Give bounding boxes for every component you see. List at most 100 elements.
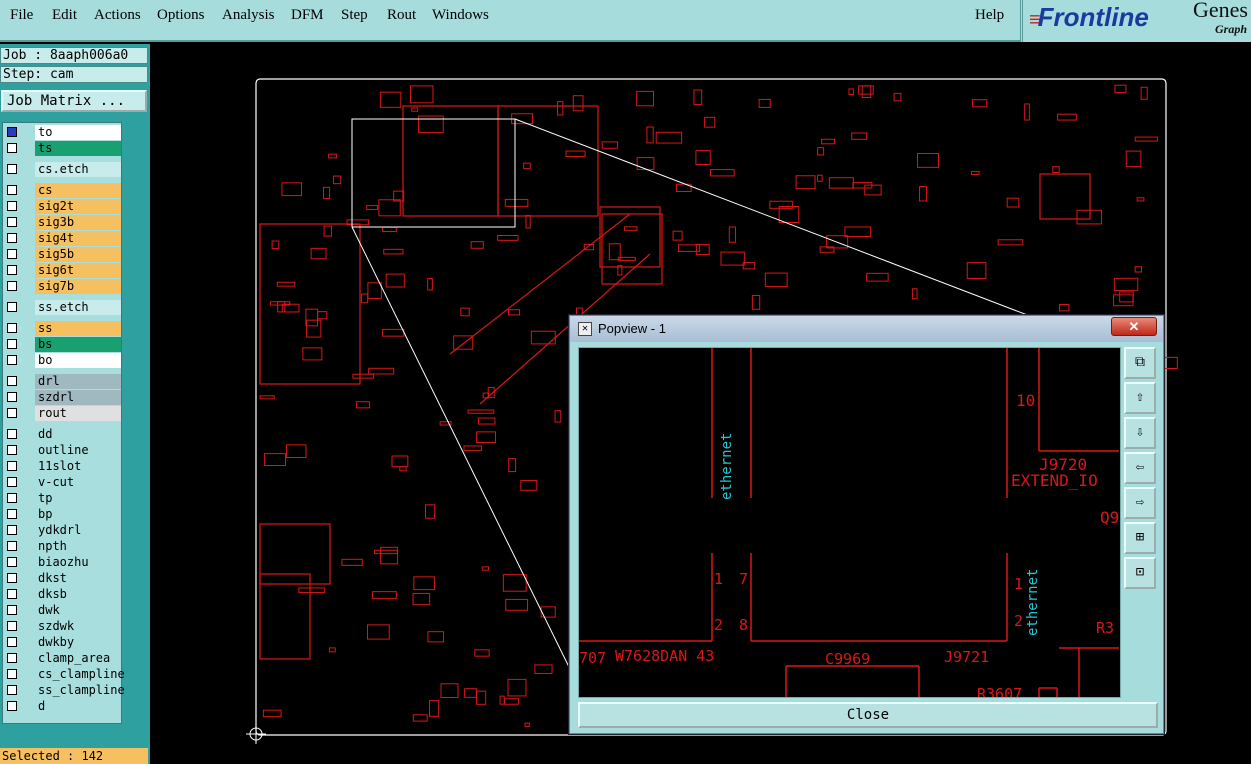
layer-name[interactable]: ss_clampline	[35, 683, 125, 698]
layer-row[interactable]: d	[3, 699, 121, 714]
layer-checkbox[interactable]	[7, 621, 17, 631]
layer-name[interactable]: rout	[35, 406, 121, 421]
layer-checkbox[interactable]	[7, 143, 17, 153]
layer-checkbox[interactable]	[7, 392, 17, 402]
layer-checkbox[interactable]	[7, 653, 17, 663]
window-close-button[interactable]: ✕	[1111, 317, 1157, 336]
zoom-fit-icon[interactable]: ⧉	[1124, 347, 1156, 379]
layer-name[interactable]: biaozhu	[35, 555, 121, 570]
layer-row[interactable]: to	[3, 125, 121, 140]
layer-checkbox[interactable]	[7, 201, 17, 211]
layer-row[interactable]: dwkby	[3, 635, 121, 650]
layer-checkbox[interactable]	[7, 589, 17, 599]
layer-name[interactable]: sig7b	[35, 279, 121, 294]
layer-name[interactable]: dksb	[35, 587, 121, 602]
layer-name[interactable]: drl	[35, 374, 121, 389]
layer-row[interactable]: dkst	[3, 571, 121, 586]
layer-checkbox[interactable]	[7, 701, 17, 711]
close-button[interactable]: Close	[578, 702, 1158, 728]
layer-row[interactable]: ydkdrl	[3, 523, 121, 538]
layer-row[interactable]: rout	[3, 406, 121, 421]
layer-checkbox[interactable]	[7, 408, 17, 418]
layer-name[interactable]: sig4t	[35, 231, 121, 246]
layer-row[interactable]: bo	[3, 353, 121, 368]
layer-name[interactable]: npth	[35, 539, 121, 554]
layer-name[interactable]: dwk	[35, 603, 121, 618]
menu-help[interactable]: Help	[975, 7, 1004, 24]
layer-checkbox[interactable]	[7, 249, 17, 259]
layer-checkbox[interactable]	[7, 265, 17, 275]
layer-row[interactable]: dksb	[3, 587, 121, 602]
layer-checkbox[interactable]	[7, 637, 17, 647]
layer-row[interactable]: sig7b	[3, 279, 121, 294]
layer-name[interactable]: szdwk	[35, 619, 121, 634]
layer-row[interactable]: sig2t	[3, 199, 121, 214]
pan-left-icon[interactable]: ⇦	[1124, 452, 1156, 484]
layer-name[interactable]: ydkdrl	[35, 523, 121, 538]
layer-row[interactable]: ss	[3, 321, 121, 336]
layer-name[interactable]: v-cut	[35, 475, 121, 490]
layer-row[interactable]: drl	[3, 374, 121, 389]
layer-row[interactable]: ts	[3, 141, 121, 156]
menu-actions[interactable]: Actions	[94, 7, 141, 24]
layer-row[interactable]: sig5b	[3, 247, 121, 262]
layer-name[interactable]: dwkby	[35, 635, 121, 650]
layer-row[interactable]: cs_clampline	[3, 667, 125, 682]
layer-row[interactable]: cs	[3, 183, 121, 198]
layer-checkbox[interactable]	[7, 185, 17, 195]
layer-checkbox[interactable]	[7, 164, 17, 174]
layer-row[interactable]: sig4t	[3, 231, 121, 246]
layer-checkbox[interactable]	[7, 355, 17, 365]
menu-file[interactable]: File	[10, 7, 33, 24]
layer-checkbox[interactable]	[7, 281, 17, 291]
popview-viewport[interactable]: ethernet ethernet 10 J9720 EXTEND_IO Q9 1 7 2 8 1 2…	[578, 347, 1121, 698]
layer-name[interactable]: ts	[35, 141, 121, 156]
layer-row[interactable]: v-cut	[3, 475, 121, 490]
layer-row[interactable]: ss.etch	[3, 300, 121, 315]
layer-row[interactable]: szdrl	[3, 390, 121, 405]
layer-checkbox[interactable]	[7, 233, 17, 243]
layer-checkbox[interactable]	[7, 605, 17, 615]
menu-edit[interactable]: Edit	[52, 7, 77, 24]
layer-name[interactable]: d	[35, 699, 121, 714]
pan-up-icon[interactable]: ⇧	[1124, 382, 1156, 414]
layer-checkbox[interactable]	[7, 477, 17, 487]
layer-checkbox[interactable]	[7, 669, 17, 679]
layer-row[interactable]: 11slot	[3, 459, 121, 474]
zoom-out-icon[interactable]: ⊡	[1124, 557, 1156, 589]
layer-row[interactable]: outline	[3, 443, 121, 458]
layer-row[interactable]: biaozhu	[3, 555, 121, 570]
zoom-in-icon[interactable]: ⊞	[1124, 522, 1156, 554]
menu-options[interactable]: Options	[157, 7, 205, 24]
layer-row[interactable]: szdwk	[3, 619, 121, 634]
layer-row[interactable]: bs	[3, 337, 121, 352]
pan-down-icon[interactable]: ⇩	[1124, 417, 1156, 449]
layer-checkbox[interactable]	[7, 557, 17, 567]
layer-row[interactable]: ss_clampline	[3, 683, 125, 698]
layer-checkbox[interactable]	[7, 302, 17, 312]
layer-name[interactable]: cs.etch	[35, 162, 121, 177]
layer-name[interactable]: cs	[35, 183, 121, 198]
menu-analysis[interactable]: Analysis	[222, 7, 275, 24]
layer-name[interactable]: cs_clampline	[35, 667, 125, 682]
layer-checkbox[interactable]	[7, 573, 17, 583]
layer-row[interactable]: dwk	[3, 603, 121, 618]
layer-name[interactable]: outline	[35, 443, 121, 458]
menu-step[interactable]: Step	[341, 7, 368, 24]
layer-checkbox[interactable]	[7, 376, 17, 386]
layer-name[interactable]: bo	[35, 353, 121, 368]
layer-name[interactable]: tp	[35, 491, 121, 506]
layer-checkbox[interactable]	[7, 217, 17, 227]
layer-row[interactable]: tp	[3, 491, 121, 506]
layer-name[interactable]: ss	[35, 321, 121, 336]
layer-row[interactable]: bp	[3, 507, 121, 522]
layer-row[interactable]: npth	[3, 539, 121, 554]
layer-checkbox[interactable]	[7, 509, 17, 519]
layer-name[interactable]: bs	[35, 337, 121, 352]
layer-name[interactable]: clamp_area	[35, 651, 121, 666]
layer-checkbox[interactable]	[7, 445, 17, 455]
layer-name[interactable]: 11slot	[35, 459, 121, 474]
layer-name[interactable]: dkst	[35, 571, 121, 586]
layer-name[interactable]: to	[35, 125, 121, 140]
layer-name[interactable]: sig2t	[35, 199, 121, 214]
